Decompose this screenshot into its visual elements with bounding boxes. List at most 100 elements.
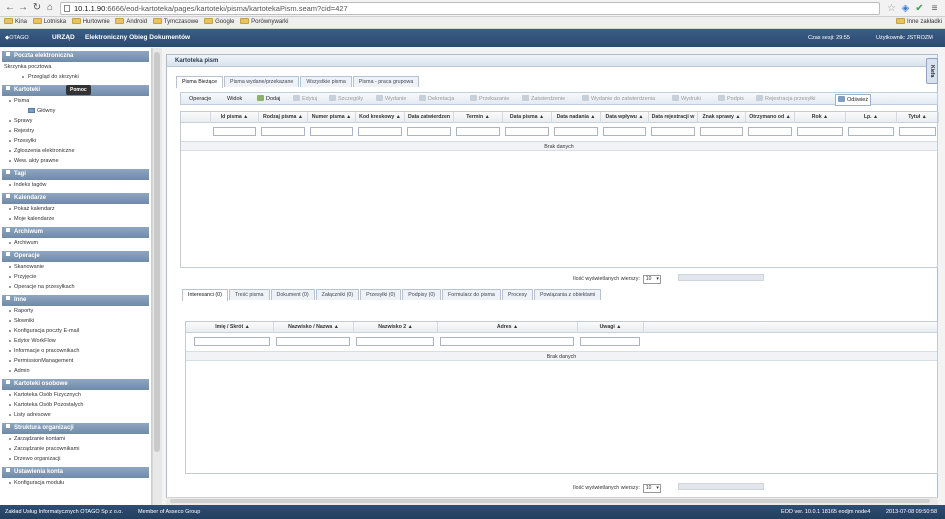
column-header-tytul[interactable]: Tytuł ▲ — [897, 112, 939, 123]
detail-tab-interesanci-0[interactable]: Interesanci (0) — [182, 289, 228, 301]
detail-tab-przesylki-0[interactable]: Przesyłki (0) — [360, 289, 402, 300]
column-header-termin[interactable]: Termin ▲ — [454, 112, 503, 123]
detail-column-header-uwagi[interactable]: Uwagi ▲ — [578, 322, 644, 333]
toolbar-rejestracja-przesylki-button[interactable]: Rejestracja przesyłki — [756, 93, 815, 105]
detail-filter-input-nazwisko-nazwa[interactable] — [276, 337, 350, 346]
filter-input-id-pisma[interactable] — [213, 127, 256, 136]
bookmark-android[interactable]: Android — [115, 17, 147, 28]
detail-filter-input-adres[interactable] — [440, 337, 574, 346]
detail-column-header-nazwisko-2[interactable]: Nazwisko 2 ▲ — [354, 322, 438, 333]
detail-tab-procesy[interactable]: Procesy — [501, 289, 533, 300]
reload-icon[interactable]: ↻ — [31, 2, 43, 14]
toolbar-przekazanie-button[interactable]: Przekazanie — [470, 93, 509, 105]
forward-icon[interactable]: → — [17, 2, 29, 14]
sidebar-section-kalendarze[interactable]: Kalendarze — [2, 193, 149, 204]
column-header-lp[interactable]: Lp. ▲ — [846, 112, 897, 123]
check-icon[interactable]: ✔ — [914, 3, 925, 14]
detail-tab-podpisy-0[interactable]: Podpisy (0) — [402, 289, 442, 300]
column-header-data-rejestracji-w[interactable]: Data rejestracji w — [649, 112, 698, 123]
column-header-data-wplywu[interactable]: Data wpływu ▲ — [601, 112, 649, 123]
toolbar-wydanie-button[interactable]: Wydanie — [376, 93, 406, 105]
detail-filter-input-uwagi[interactable] — [580, 337, 640, 346]
detail-tab-powiazania-z-obiektami[interactable]: Powiązania z obiektami — [534, 289, 602, 300]
toolbar-wydanie-do-zatwierdzenia-button[interactable]: Wydanie do zatwierdzenia — [582, 93, 655, 105]
sidebar-item-przyjecie[interactable]: Przyjęcie — [0, 272, 151, 282]
sidebar-item-slowniki[interactable]: Słowniki — [0, 316, 151, 326]
filter-input-data-pisma[interactable] — [505, 127, 549, 136]
sidebar-item-kartoteka-osob-pozostalych[interactable]: Kartoteka Osób Pozostałych — [0, 400, 151, 410]
sidebar-item-sprawy[interactable]: Sprawy — [0, 116, 151, 126]
toolbar-operacje-button[interactable]: Operacje — [189, 93, 211, 105]
column-header-rok[interactable]: Rok ▲ — [795, 112, 846, 123]
toolbar-dodaj-button[interactable]: Dodaj — [257, 93, 280, 105]
detail-column-header-nazwisko-nazwa[interactable]: Nazwisko / Nazwa ▲ — [274, 322, 354, 333]
detail-column-header-adres[interactable]: Adres ▲ — [438, 322, 578, 333]
bookmark-porownywarki[interactable]: Porównywarki — [240, 17, 289, 28]
sidebar-item-skrzynka-pocztowa[interactable]: Skrzynka pocztowa — [0, 62, 151, 72]
side-tab[interactable]: Kiefa — [926, 58, 938, 84]
tab-pisma-wydane[interactable]: Pisma wydane/przekazane — [224, 76, 300, 87]
sidebar-item-edytor-workflow[interactable]: Edytor WorkFlow — [0, 336, 151, 346]
toolbar-zatwierdzenie-button[interactable]: Zatwierdzenie — [522, 93, 565, 105]
sidebar-section-tagi[interactable]: Tagi — [2, 169, 149, 180]
bookmark-google[interactable]: Google — [204, 17, 234, 28]
column-header-numer-pisma[interactable]: Numer pisma ▲ — [308, 112, 356, 123]
filter-input-data-wplywu[interactable] — [603, 127, 646, 136]
column-header-kod-kreskowy[interactable]: Kod kreskowy ▲ — [356, 112, 405, 123]
sidebar-item-zarzadzanie-kontami[interactable]: Zarządzanie kontami — [0, 434, 151, 444]
bookmark-tymczasowe[interactable]: Tymczasowe — [152, 17, 198, 28]
sidebar-item-operacje-na-przesylkach[interactable]: Operacje na przesyłkach — [0, 282, 151, 292]
home-icon[interactable]: ⌂ — [44, 2, 56, 14]
toolbar-odswiez-button[interactable]: Odśwież — [835, 94, 872, 106]
sidebar-item-zgloszenia-elektroniczne[interactable]: Zgłoszenia elektroniczne — [0, 146, 151, 156]
pagination-strip[interactable] — [678, 274, 764, 281]
sidebar-item-admin[interactable]: Admin — [0, 366, 151, 376]
filter-input-termin[interactable] — [456, 127, 500, 136]
tab-praca-grupowa[interactable]: Pisma - praca grupowa — [352, 76, 420, 87]
sidebar-item-wew-akty-prawne[interactable]: Wew. akty prawne — [0, 156, 151, 166]
filter-input-data-zatwierdzen[interactable] — [407, 127, 451, 136]
sidebar-item-konfiguracja-poczty-e-mail[interactable]: Konfiguracja poczty E-mail — [0, 326, 151, 336]
sidebar-section-operacje[interactable]: Operacje — [2, 251, 149, 262]
sidebar-item-kartoteka-osob-fizycznych[interactable]: Kartoteka Osób Fizycznych — [0, 390, 151, 400]
filter-input-kod-kreskowy[interactable] — [358, 127, 402, 136]
detail-tab-zalaczniki-0[interactable]: Załączniki (0) — [315, 289, 360, 300]
detail-rows-per-page-select[interactable]: 10 — [642, 484, 661, 493]
toolbar-widok-button[interactable]: Widok — [227, 93, 242, 105]
sidebar-section-inne[interactable]: Inne — [2, 295, 149, 306]
filter-input-rodzaj-pisma[interactable] — [261, 127, 305, 136]
tab-wszystkie-pisma[interactable]: Wszystkie pisma — [300, 76, 352, 87]
sidebar-item-indeks-tagow[interactable]: Indeks tagów — [0, 180, 151, 190]
toolbar-wydruki-button[interactable]: Wydruki — [672, 93, 701, 105]
tab-pisma-biezace[interactable]: Pisma Bieżące — [176, 76, 224, 88]
extension-icon[interactable]: ◈ — [900, 3, 911, 14]
sidebar-section-kartoteki[interactable]: Kartoteki Pomoc — [2, 85, 149, 96]
filter-input-znak-sprawy[interactable] — [700, 127, 743, 136]
sidebar-item-rejestry[interactable]: Rejestry — [0, 126, 151, 136]
column-header-otrzymano-od[interactable]: Otrzymano od ▲ — [746, 112, 795, 123]
bookmark-kina[interactable]: Kina — [4, 17, 27, 28]
detail-tab-dokument-0[interactable]: Dokument (0) — [270, 289, 315, 300]
sidebar-section-poczta-elektroniczna[interactable]: Poczta elektroniczna — [2, 51, 149, 62]
sidebar-item-raporty[interactable]: Raporty — [0, 306, 151, 316]
detail-tab-tresc-pisma[interactable]: Treść pisma — [228, 289, 270, 300]
sidebar-section-ustawienia-konta[interactable]: Ustawienia konta — [2, 467, 149, 478]
sidebar-item-listy-adresowe[interactable]: Listy adresowe — [0, 410, 151, 420]
rows-per-page-select[interactable]: 10 — [642, 275, 661, 284]
sidebar-item-przeglad-do-skrzynki[interactable]: Przegląd do skrzynki — [0, 72, 151, 82]
filter-input-data-rejestracji-w[interactable] — [651, 127, 695, 136]
sidebar-item-archiwum[interactable]: Archiwum — [0, 238, 151, 248]
filter-input-lp[interactable] — [848, 127, 894, 136]
bookmark-other[interactable]: Inne zakładki — [895, 17, 942, 28]
sidebar-item-konfiguracja-modulu[interactable]: Konfiguracja modułu — [0, 478, 151, 488]
sidebar-item-glowny[interactable]: Główny — [0, 106, 151, 116]
column-header-data-pisma[interactable]: Data pisma ▲ — [503, 112, 552, 123]
sidebar-scroll-thumb[interactable] — [154, 52, 160, 452]
column-header-id-pisma[interactable]: Id pisma ▲ — [211, 112, 259, 123]
sidebar-section-struktura-organizacji[interactable]: Struktura organizacji — [2, 423, 149, 434]
column-header-rodzaj-pisma[interactable]: Rodzaj pisma ▲ — [259, 112, 308, 123]
back-icon[interactable]: ← — [4, 2, 16, 14]
sidebar-item-zarzadzanie-pracownikami[interactable]: Zarządzanie pracownikami — [0, 444, 151, 454]
sidebar-item-pisma[interactable]: Pisma — [0, 96, 151, 106]
sidebar-item-przesylki[interactable]: Przesyłki — [0, 136, 151, 146]
